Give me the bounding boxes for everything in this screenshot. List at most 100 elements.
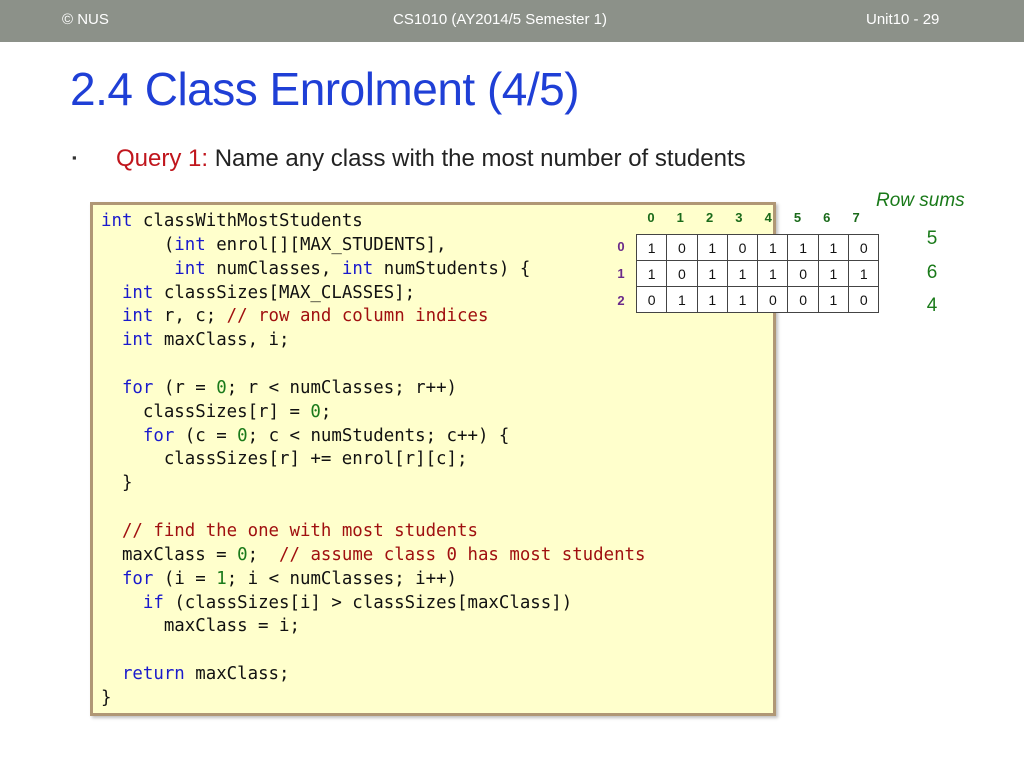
code-line: for (i = 1; i < numClasses; i++)	[101, 568, 645, 592]
code-text: ;	[320, 401, 332, 422]
code-keyword: int	[174, 234, 206, 255]
code-line: (int enrol[][MAX_STUDENTS],	[101, 234, 645, 258]
matrix-cell: 1	[696, 260, 728, 287]
matrix-cell: 1	[635, 234, 668, 261]
header-course: CS1010 (AY2014/5 Semester 1)	[393, 11, 608, 28]
code-line: int classSizes[MAX_CLASSES];	[101, 282, 645, 306]
matrix-cell: 1	[696, 234, 728, 261]
bullet-marker: ▪	[72, 150, 77, 165]
matrix-row-header: 2	[617, 293, 625, 308]
matrix-cell: 0	[635, 286, 668, 313]
slide-title: 2.4 Class Enrolment (4/5)	[70, 63, 580, 115]
code-line: maxClass = 0; // assume class 0 has most…	[101, 544, 646, 568]
code-line: }	[101, 472, 645, 496]
matrix-column-header: 4	[764, 210, 772, 225]
matrix-cell: 1	[757, 260, 789, 287]
code-keyword: if	[142, 592, 164, 613]
code-line: int classWithMostStudents	[101, 210, 645, 234]
code-keyword: for	[121, 377, 154, 398]
matrix-row: 10111011	[635, 260, 880, 287]
code-line: int maxClass, i;	[101, 329, 645, 353]
code-text: ;	[247, 544, 280, 565]
code-text: maxClass, i;	[153, 330, 290, 351]
code-text: r, c;	[153, 306, 227, 327]
code-text: ; c < numStudents; c++) {	[247, 425, 510, 446]
code-keyword: int	[341, 258, 374, 279]
code-text: (classSizes[i] > classSizes[maxClass])	[163, 592, 573, 613]
matrix-cell: 0	[848, 286, 880, 313]
code-text: classSizes[r] += enrol[r][c];	[101, 449, 468, 470]
matrix-cell: 1	[666, 286, 698, 313]
matrix-cell: 0	[757, 286, 789, 313]
matrix-cell: 1	[696, 286, 728, 313]
code-text: (r =	[153, 377, 217, 398]
header-copyright: © NUS	[62, 11, 109, 28]
enrolment-matrix: 101011101011101101110010	[635, 234, 880, 313]
slide-header-bar: © NUS CS1010 (AY2014/5 Semester 1) Unit1…	[0, 0, 1024, 42]
code-line: classSizes[r] += enrol[r][c];	[101, 448, 645, 472]
row-sum-value: 4	[926, 295, 938, 316]
code-keyword: for	[142, 425, 175, 446]
code-keyword: for	[121, 568, 154, 589]
code-number: 0	[237, 544, 248, 565]
query-text: Name any class with the most number of s…	[208, 145, 746, 172]
code-text: classSizes[r] =	[101, 401, 311, 422]
matrix-column-header: 2	[705, 210, 714, 225]
code-comment: // find the one with most students	[121, 520, 478, 541]
code-line: int numClasses, int numStudents) {	[101, 258, 645, 282]
matrix-cell: 0	[726, 234, 759, 261]
matrix-column-header: 6	[823, 210, 831, 225]
code-text: ; i < numClasses; i++)	[226, 568, 458, 589]
code-text: maxClass =	[101, 544, 238, 565]
code-text: classWithMostStudents	[132, 211, 363, 231]
code-text: ; r < numClasses; r++)	[226, 377, 458, 398]
header-page-number: Unit10 - 29	[866, 11, 940, 28]
code-comment: // assume class 0 has most students	[279, 544, 646, 565]
row-sums-title: Row sums	[876, 190, 965, 211]
code-number: 0	[216, 377, 227, 398]
matrix-cell: 0	[787, 260, 819, 287]
matrix-cell: 1	[635, 260, 668, 287]
code-keyword: int	[101, 211, 133, 231]
matrix-cell: 0	[848, 234, 880, 261]
matrix-cell: 0	[666, 234, 698, 261]
code-line: for (c = 0; c < numStudents; c++) {	[101, 425, 645, 449]
matrix-row-header: 1	[617, 266, 625, 281]
matrix-cell: 0	[666, 260, 698, 287]
matrix-column-header: 3	[735, 210, 743, 225]
code-text: enrol[][MAX_STUDENTS],	[205, 234, 447, 255]
code-text: (	[101, 234, 175, 255]
matrix-column-header: 7	[852, 210, 860, 225]
code-number: 0	[237, 425, 248, 446]
matrix-column-header: 0	[647, 210, 655, 225]
matrix-row: 01110010	[635, 286, 880, 313]
code-text: classSizes[MAX_CLASSES];	[153, 282, 416, 303]
matrix-cell: 1	[757, 234, 789, 261]
code-keyword: int	[121, 306, 154, 327]
code-text: }	[101, 687, 112, 708]
code-line: for (r = 0; r < numClasses; r++)	[101, 377, 645, 401]
code-keyword: int	[121, 282, 154, 303]
matrix-row-header: 0	[617, 239, 625, 254]
code-listing: int classWithMostStudents (int enrol[][M…	[101, 210, 645, 711]
code-number: 1	[216, 568, 227, 589]
code-line: maxClass = i;	[101, 615, 645, 639]
matrix-cell: 1	[726, 260, 759, 287]
code-line: return maxClass;	[101, 663, 645, 687]
code-keyword: int	[121, 330, 154, 351]
code-line: classSizes[r] = 0;	[101, 401, 645, 425]
matrix-cell: 1	[726, 286, 759, 313]
matrix-column-header: 1	[676, 210, 684, 225]
matrix-cell: 1	[848, 260, 880, 287]
matrix-cell: 1	[817, 286, 850, 313]
